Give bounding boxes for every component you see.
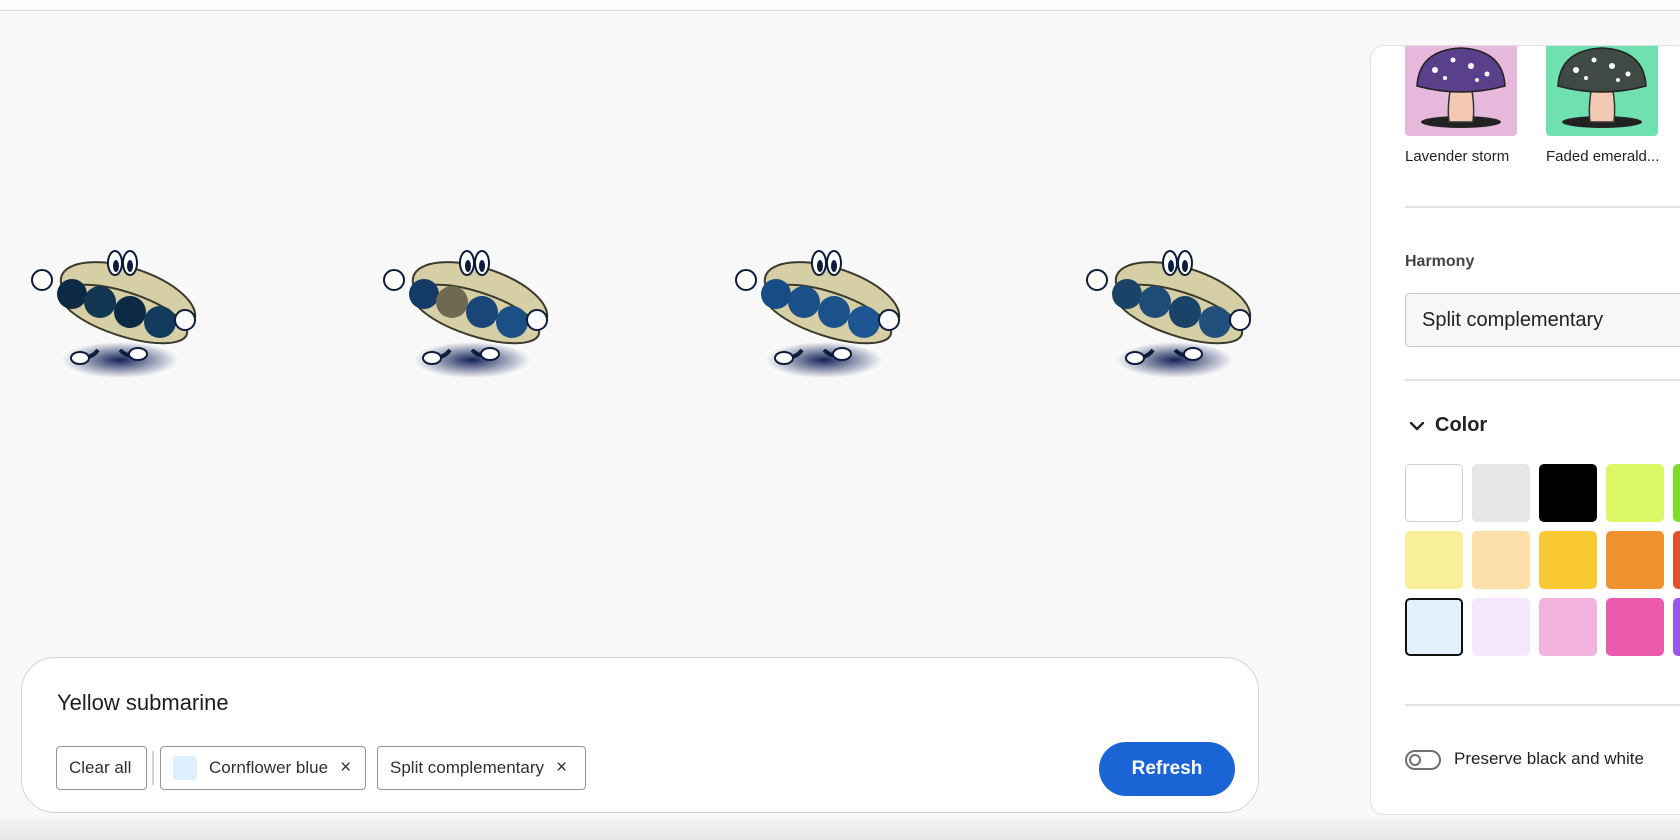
preserve-bw-toggle[interactable] [1405, 750, 1441, 770]
preset-lavender-storm[interactable]: Lavender storm [1405, 46, 1523, 165]
variation-4[interactable] [1075, 230, 1275, 390]
preset-thumbnail [1546, 46, 1658, 136]
color-swatch[interactable] [1472, 464, 1530, 522]
divider [1405, 379, 1680, 381]
variation-2[interactable] [372, 230, 572, 390]
clear-all-button[interactable]: Clear all [56, 746, 147, 790]
style-panel: Lavender storm Faded emerald... Harmony … [1370, 45, 1680, 815]
color-chip-swatch [173, 756, 197, 780]
color-swatch[interactable] [1606, 598, 1664, 656]
color-swatch[interactable] [1673, 464, 1680, 522]
harmony-select[interactable]: Split complementary [1405, 293, 1680, 347]
clear-all-label: Clear all [69, 758, 132, 777]
color-swatch[interactable] [1405, 464, 1463, 522]
color-swatch[interactable] [1539, 598, 1597, 656]
remove-color-icon[interactable]: × [340, 757, 351, 779]
variation-3[interactable] [724, 230, 924, 390]
variation-1[interactable] [20, 230, 220, 390]
color-swatch[interactable] [1472, 598, 1530, 656]
color-swatch[interactable] [1673, 598, 1680, 656]
top-toolbar-edge [0, 0, 1680, 11]
color-section-title: Color [1435, 414, 1488, 436]
prompt-card: Yellow submarine Clear all Cornflower bl… [21, 657, 1259, 813]
refresh-button[interactable]: Refresh [1099, 742, 1235, 796]
color-swatch[interactable] [1539, 531, 1597, 589]
color-chip-label: Cornflower blue [209, 758, 329, 777]
harmony-chip[interactable]: Split complementary × [377, 746, 586, 790]
harmony-label: Harmony [1405, 253, 1475, 270]
chip-divider [152, 751, 154, 785]
preset-label: Lavender storm [1405, 148, 1510, 165]
preset-label: Faded emerald... [1546, 148, 1660, 165]
color-swatch[interactable] [1606, 464, 1664, 522]
harmony-select-value: Split complementary [1422, 308, 1604, 331]
preset-thumbnail [1405, 46, 1517, 136]
harmony-chip-label: Split complementary [390, 758, 545, 777]
variations-grid [0, 230, 1260, 390]
preserve-bw-label: Preserve black and white [1454, 749, 1644, 768]
divider [1405, 206, 1680, 208]
color-section-toggle[interactable]: Color [1409, 414, 1487, 437]
chevron-down-icon [1409, 421, 1425, 430]
color-swatch[interactable] [1472, 531, 1530, 589]
remove-harmony-icon[interactable]: × [556, 757, 567, 779]
color-chip[interactable]: Cornflower blue × [160, 746, 366, 790]
color-swatch[interactable] [1673, 531, 1680, 589]
color-swatch[interactable] [1405, 531, 1463, 589]
divider [1405, 704, 1680, 706]
toggle-knob [1409, 754, 1421, 766]
prompt-input[interactable]: Yellow submarine [57, 690, 229, 716]
color-swatch[interactable] [1606, 531, 1664, 589]
preset-faded-emerald[interactable]: Faded emerald... [1546, 46, 1664, 165]
color-swatch[interactable] [1539, 464, 1597, 522]
bottom-edge [0, 818, 1680, 840]
color-swatch[interactable] [1405, 598, 1463, 656]
